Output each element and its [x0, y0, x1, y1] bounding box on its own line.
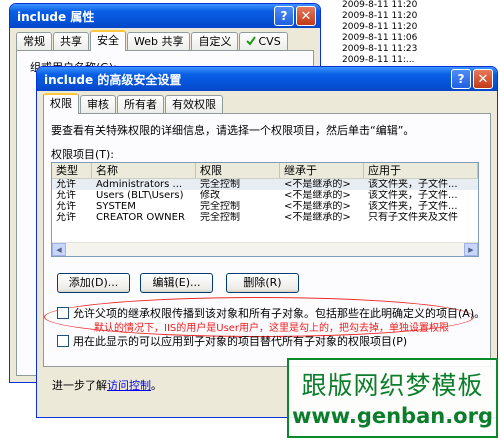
- tab-sharing[interactable]: 共享: [53, 32, 89, 50]
- checkbox-label: 用在此显示的可以应用到子对象的项目替代所有子对象的权限项目(P): [73, 335, 408, 348]
- learn-more: 进一步了解访问控制。: [52, 377, 162, 393]
- cell-type: 允许: [56, 190, 76, 201]
- background-file-list: 2009-8-11 11:20 2009-8-11 11:20 2009-8-1…: [338, 0, 500, 70]
- tab-owner[interactable]: 所有者: [117, 95, 164, 113]
- learn-more-suffix: 。: [151, 379, 162, 392]
- help-button[interactable]: ?: [274, 6, 294, 26]
- cell-apply-to: 该文件夹，子文件...: [368, 201, 458, 212]
- cell-apply-to: 该文件夹，子文件...: [368, 190, 458, 201]
- date-cell: 2009-8-11 11:...: [342, 55, 415, 65]
- cell-type: 允许: [56, 212, 76, 223]
- close-button[interactable]: ✕: [296, 6, 316, 26]
- replace-permissions-checkbox[interactable]: 用在此显示的可以应用到子对象的项目替代所有子对象的权限项目(P): [57, 333, 407, 349]
- cell-apply-to: 只有子文件夹及文件: [368, 212, 458, 223]
- window-title: include 属性: [17, 9, 95, 24]
- tab-general[interactable]: 常规: [16, 32, 52, 50]
- tab-permissions[interactable]: 权限: [43, 93, 79, 114]
- cell-permission: 修改: [200, 190, 220, 201]
- tab-auditing[interactable]: 审核: [80, 95, 116, 113]
- cvs-check-icon: [246, 34, 257, 46]
- security-titlebar[interactable]: include 的高级安全设置 ? ✕: [37, 67, 497, 91]
- column-header[interactable]: 名称: [92, 163, 196, 178]
- properties-titlebar[interactable]: include 属性 ? ✕: [10, 4, 320, 28]
- date-cell: 2009-8-11 11:06: [342, 33, 418, 43]
- cell-name: Users (BLT\Users): [96, 190, 184, 201]
- tab-web-sharing[interactable]: Web 共享: [127, 32, 191, 50]
- annotation-text: 默认的情况下，IIS的用户是User用户，这里是勾上的，把勾去掉，单独设置权限: [94, 323, 450, 334]
- cell-inherited-from: <不是继承的>: [284, 212, 351, 223]
- column-header[interactable]: 权限: [196, 163, 280, 178]
- scroll-right-icon[interactable]: ▶: [464, 243, 478, 256]
- properties-tabs: 常规 共享 安全 Web 共享 自定义 CVS: [10, 28, 320, 51]
- tab-cvs-label: CVS: [258, 35, 281, 48]
- security-tabs: 权限 审核 所有者 有效权限: [37, 91, 497, 114]
- cell-inherited-from: <不是继承的>: [284, 190, 351, 201]
- table-row[interactable]: 允许 Administrators ... 完全控制 <不是继承的> 该文件夹，…: [52, 179, 478, 190]
- date-cell: 2009-8-11 11:23: [342, 44, 418, 54]
- access-control-link[interactable]: 访问控制: [107, 379, 151, 392]
- scroll-left-icon[interactable]: ◀: [52, 243, 66, 256]
- watermark-url: www.genban.org: [291, 404, 493, 428]
- column-header[interactable]: 类型: [52, 163, 92, 178]
- cell-name: SYSTEM: [96, 201, 136, 212]
- column-header[interactable]: 继承于: [280, 163, 364, 178]
- date-cell: 2009-8-11 11:20: [342, 11, 418, 21]
- window-title: include 的高级安全设置: [44, 72, 182, 87]
- tab-cvs[interactable]: CVS: [239, 32, 288, 50]
- table-row[interactable]: 允许 Users (BLT\Users) 修改 <不是继承的> 该文件夹，子文件…: [52, 190, 478, 201]
- watermark-title: 跟版网织梦模板: [301, 371, 484, 400]
- cell-permission: 完全控制: [200, 212, 240, 223]
- edit-button[interactable]: 编辑(E)...: [140, 273, 213, 293]
- learn-more-prefix: 进一步了解: [52, 379, 107, 392]
- cell-inherited-from: <不是继承的>: [284, 179, 351, 190]
- tab-custom[interactable]: 自定义: [191, 32, 239, 50]
- remove-button[interactable]: 删除(R): [226, 273, 299, 293]
- list-header: 类型 名称 权限 继承于 应用于: [52, 163, 478, 179]
- column-header[interactable]: 应用于: [364, 163, 478, 178]
- cell-inherited-from: <不是继承的>: [284, 201, 351, 212]
- cell-apply-to: 该文件夹，子文件...: [368, 179, 458, 190]
- cell-name: CREATOR OWNER: [96, 212, 185, 223]
- checkbox-box[interactable]: [57, 307, 69, 319]
- scroll-track[interactable]: [66, 243, 464, 256]
- cell-permission: 完全控制: [200, 201, 240, 212]
- tab-security[interactable]: 安全: [90, 30, 126, 51]
- add-button[interactable]: 添加(D)...: [57, 273, 130, 293]
- table-row[interactable]: 允许 CREATOR OWNER 完全控制 <不是继承的> 只有子文件夹及文件: [52, 212, 478, 223]
- tab-effective-permissions[interactable]: 有效权限: [165, 95, 223, 113]
- close-button[interactable]: ✕: [473, 69, 493, 89]
- instructions-text: 要查看有关特殊权限的详细信息，请选择一个权限项目，然后单击“编辑”。: [51, 124, 415, 137]
- watermark: 跟版网织梦模板 www.genban.org: [287, 358, 498, 438]
- cell-permission: 完全控制: [200, 179, 240, 190]
- checkbox-box[interactable]: [57, 335, 69, 347]
- date-cell: 2009-8-11 11:20: [342, 22, 418, 32]
- permissions-list[interactable]: 类型 名称 权限 继承于 应用于 允许 Administrators ... 完…: [51, 162, 479, 257]
- horizontal-scrollbar[interactable]: ◀ ▶: [52, 242, 478, 256]
- help-button[interactable]: ?: [451, 69, 471, 89]
- permissions-label: 权限项目(T):: [51, 148, 115, 161]
- cell-type: 允许: [56, 179, 76, 190]
- cell-name: Administrators ...: [96, 179, 183, 190]
- cell-type: 允许: [56, 201, 76, 212]
- table-row[interactable]: 允许 SYSTEM 完全控制 <不是继承的> 该文件夹，子文件...: [52, 201, 478, 212]
- date-cell: 2009-8-11 11:20: [342, 0, 418, 10]
